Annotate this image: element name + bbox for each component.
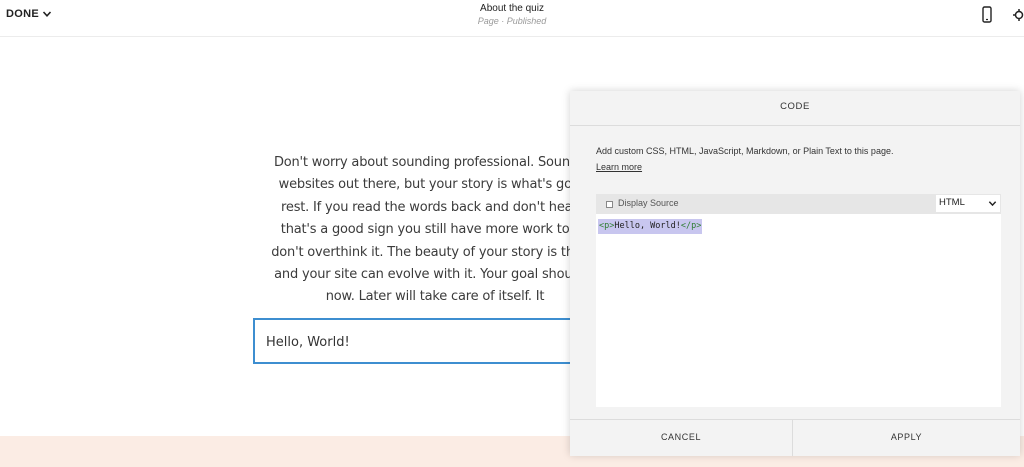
code-open-tag: <p> bbox=[599, 221, 615, 231]
panel-footer: CANCEL APPLY bbox=[570, 419, 1020, 456]
apply-button[interactable]: APPLY bbox=[793, 420, 1020, 456]
mobile-icon[interactable] bbox=[980, 6, 994, 24]
display-source-label: Display Source bbox=[618, 198, 679, 208]
display-source-checkbox[interactable] bbox=[606, 201, 613, 208]
gear-icon[interactable] bbox=[1012, 7, 1024, 23]
learn-more-link[interactable]: Learn more bbox=[596, 162, 642, 172]
top-bar: DONE About the quiz Page · Published bbox=[0, 0, 1024, 37]
paragraph-line: rest. If you read the words back and don… bbox=[281, 199, 589, 215]
editor-toolbar: Display Source HTML bbox=[596, 194, 1001, 214]
panel-description: Add custom CSS, HTML, JavaScript, Markdo… bbox=[596, 146, 894, 156]
code-text: Hello, World! bbox=[614, 221, 681, 231]
paragraph-line: don't overthink it. The beauty of your s… bbox=[271, 244, 599, 260]
code-close-tag: </p> bbox=[680, 221, 702, 231]
code-panel: CODE Add custom CSS, HTML, JavaScript, M… bbox=[570, 91, 1020, 456]
language-select-value: HTML bbox=[939, 197, 965, 208]
paragraph-line: websites out there, but your story is wh… bbox=[278, 177, 592, 193]
paragraph-line: that's a good sign you still have more w… bbox=[280, 222, 590, 238]
code-editor[interactable]: <p>Hello, World!</p> bbox=[596, 214, 1001, 407]
language-select[interactable]: HTML bbox=[936, 195, 1000, 212]
paragraph-line: now. Later will take care of itself. It bbox=[325, 289, 545, 305]
panel-title: CODE bbox=[570, 91, 1020, 126]
cancel-button[interactable]: CANCEL bbox=[570, 420, 793, 456]
page-title-block: About the quiz Page · Published bbox=[0, 3, 1024, 27]
page-title: About the quiz bbox=[480, 3, 544, 14]
chevron-down-icon bbox=[988, 201, 997, 207]
paragraph-line: and your site can evolve with it. Your g… bbox=[274, 267, 596, 283]
page-status: Page · Published bbox=[477, 16, 547, 26]
code-block-preview[interactable]: Hello, World! bbox=[253, 318, 593, 364]
body-paragraph[interactable]: Don't worry about sounding professional.… bbox=[250, 152, 620, 309]
code-line: <p>Hello, World!</p> bbox=[598, 219, 703, 234]
code-block-text: Hello, World! bbox=[266, 335, 350, 350]
paragraph-line: Don't worry about sounding professional.… bbox=[273, 155, 597, 170]
